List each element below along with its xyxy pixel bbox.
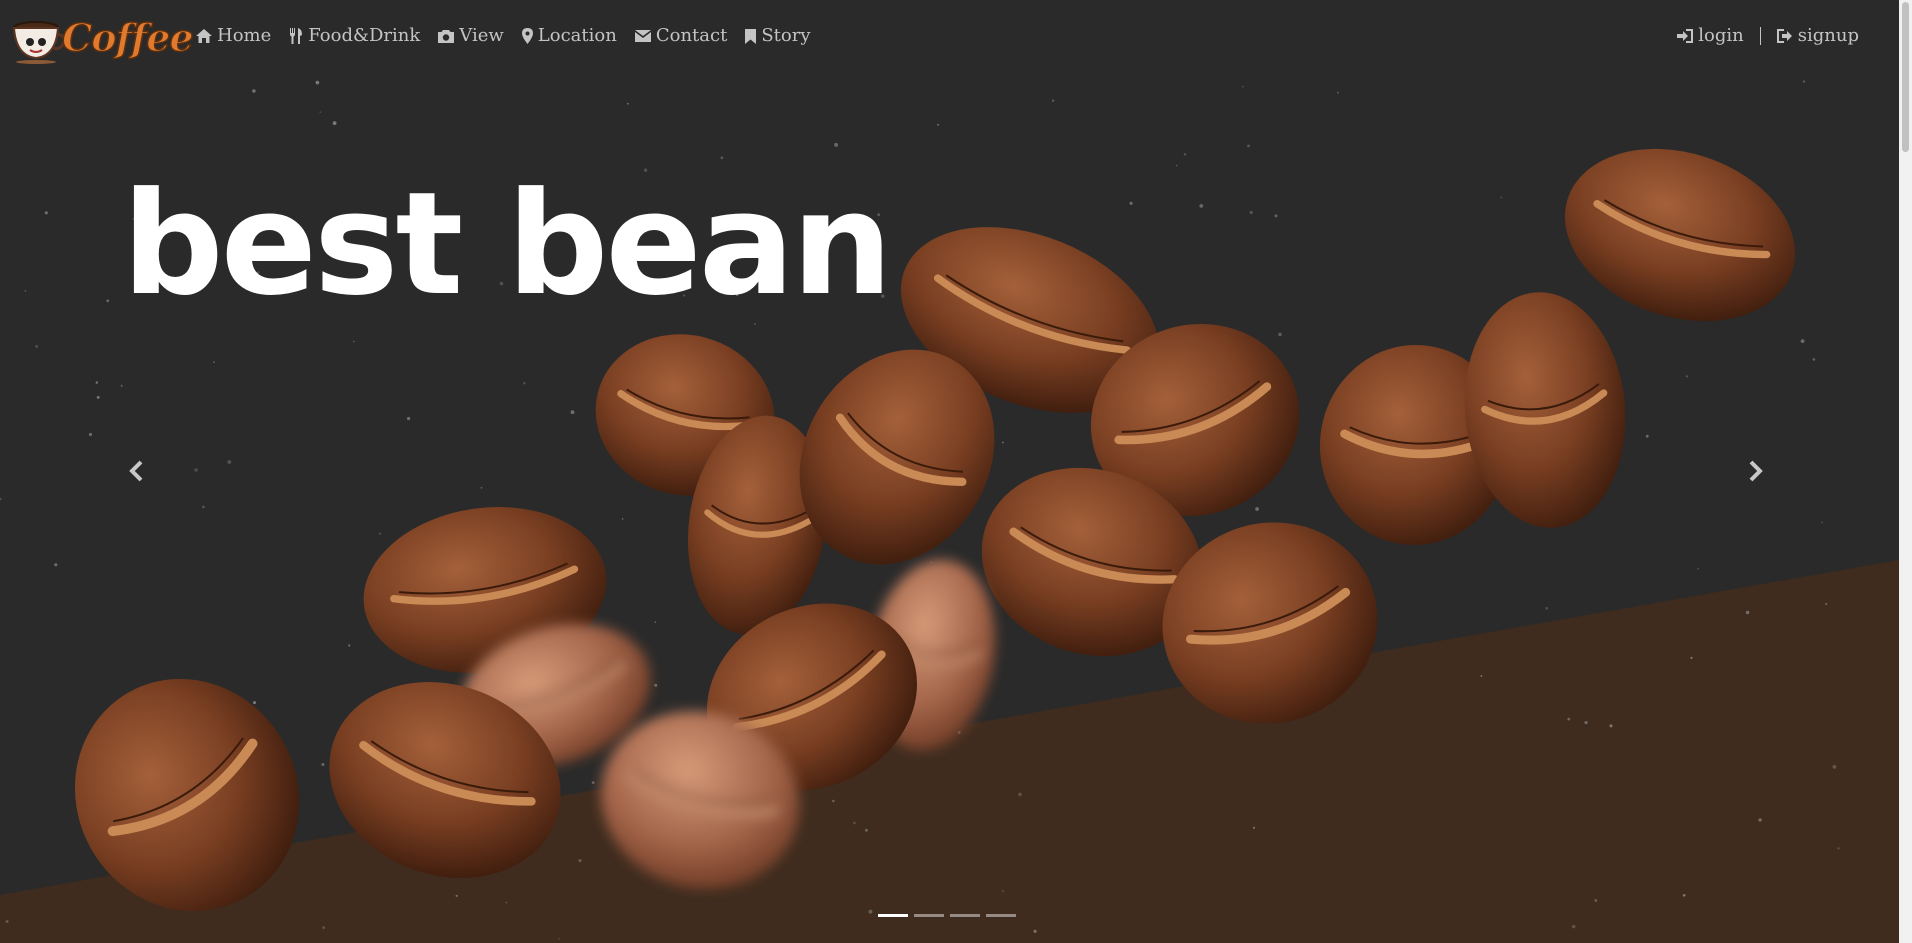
scrollbar-thumb[interactable] bbox=[1902, 2, 1909, 152]
nav-location-label: Location bbox=[537, 25, 617, 46]
signup-icon bbox=[1776, 29, 1792, 43]
nav-view[interactable]: View bbox=[438, 24, 504, 48]
nav-story-label: Story bbox=[761, 25, 811, 46]
brand-logo-text: Coffee bbox=[61, 15, 194, 61]
nav-food-drink-label: Food&Drink bbox=[308, 25, 421, 46]
main-nav: Home Food&Drink View Location Contact St… bbox=[196, 24, 811, 48]
carousel-next-button[interactable] bbox=[1740, 456, 1770, 486]
nav-login-label: login bbox=[1698, 25, 1744, 46]
carousel-indicators bbox=[878, 914, 1016, 917]
camera-icon bbox=[438, 30, 455, 43]
coffee-cup-icon bbox=[12, 21, 66, 64]
auth-nav: login signup bbox=[1677, 24, 1859, 48]
nav-food-drink[interactable]: Food&Drink bbox=[289, 24, 420, 48]
hero-slide-image bbox=[0, 0, 1899, 943]
nav-view-label: View bbox=[459, 25, 504, 46]
carousel-indicator-4[interactable] bbox=[986, 914, 1016, 917]
nav-contact[interactable]: Contact bbox=[634, 24, 728, 48]
nav-signup[interactable]: signup bbox=[1776, 24, 1859, 48]
nav-contact-label: Contact bbox=[655, 25, 728, 46]
carousel-indicator-2[interactable] bbox=[914, 914, 944, 917]
cutlery-icon bbox=[290, 28, 303, 44]
brand-logo[interactable]: Coffee bbox=[10, 10, 194, 64]
nav-divider bbox=[1759, 27, 1761, 45]
hero-headline: best bean bbox=[122, 162, 893, 327]
page-scrollbar[interactable] bbox=[1899, 0, 1912, 943]
bookmark-icon bbox=[745, 28, 757, 44]
nav-home[interactable]: Home bbox=[196, 24, 271, 48]
carousel-indicator-3[interactable] bbox=[950, 914, 980, 917]
carousel-prev-button[interactable] bbox=[122, 456, 152, 486]
nav-signup-label: signup bbox=[1797, 25, 1859, 46]
login-icon bbox=[1677, 29, 1694, 43]
envelope-icon bbox=[634, 30, 651, 42]
nav-story[interactable]: Story bbox=[745, 24, 811, 48]
chevron-right-icon bbox=[1749, 460, 1763, 482]
map-marker-icon bbox=[521, 28, 533, 44]
carousel-indicator-1[interactable] bbox=[878, 914, 908, 917]
page: Coffee Home Food&Drink View Location Con… bbox=[0, 0, 1912, 943]
home-icon bbox=[196, 29, 212, 43]
navbar: Coffee Home Food&Drink View Location Con… bbox=[0, 0, 1899, 74]
nav-login[interactable]: login bbox=[1677, 24, 1744, 48]
chevron-left-icon bbox=[129, 460, 143, 482]
nav-home-label: Home bbox=[217, 25, 272, 46]
nav-location[interactable]: Location bbox=[521, 24, 617, 48]
